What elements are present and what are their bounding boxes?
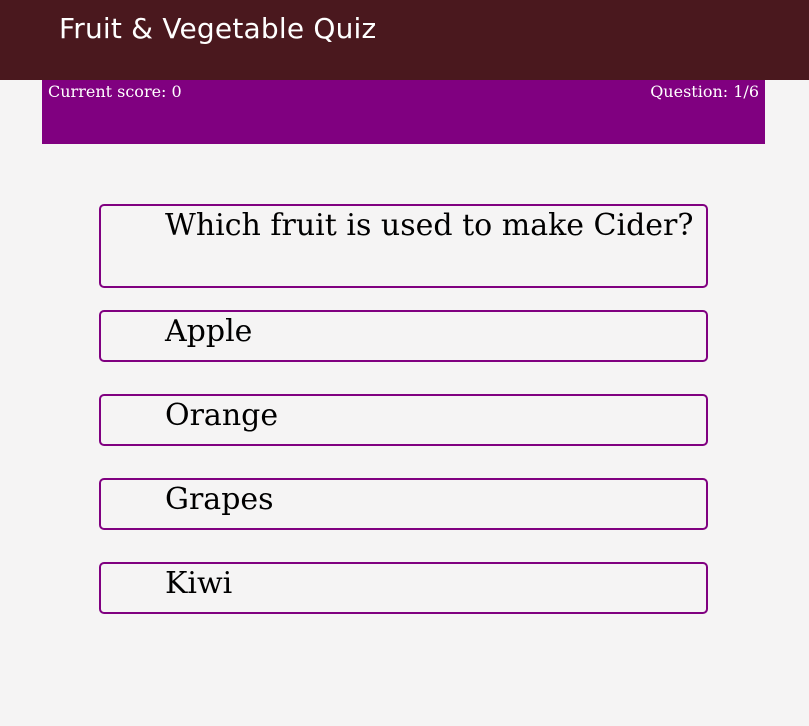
status-bar: Current score: 0 Question: 1/6 — [42, 80, 765, 144]
current-score: Current score: 0 — [48, 82, 182, 101]
answer-button-orange[interactable]: Orange — [99, 394, 708, 446]
question-box: Which fruit is used to make Cider? — [99, 204, 708, 288]
answer-label: Orange — [165, 398, 279, 433]
answer-button-grapes[interactable]: Grapes — [99, 478, 708, 530]
answer-button-apple[interactable]: Apple — [99, 310, 708, 362]
answer-label: Apple — [165, 314, 253, 349]
answer-button-kiwi[interactable]: Kiwi — [99, 562, 708, 614]
quiz-title: Fruit & Vegetable Quiz — [59, 12, 377, 45]
site-header: Fruit & Vegetable Quiz — [0, 0, 809, 80]
question-counter: Question: 1/6 — [650, 82, 759, 101]
question-text: Which fruit is used to make Cider? — [165, 208, 694, 243]
answer-label: Kiwi — [165, 566, 233, 601]
answer-label: Grapes — [165, 482, 274, 517]
